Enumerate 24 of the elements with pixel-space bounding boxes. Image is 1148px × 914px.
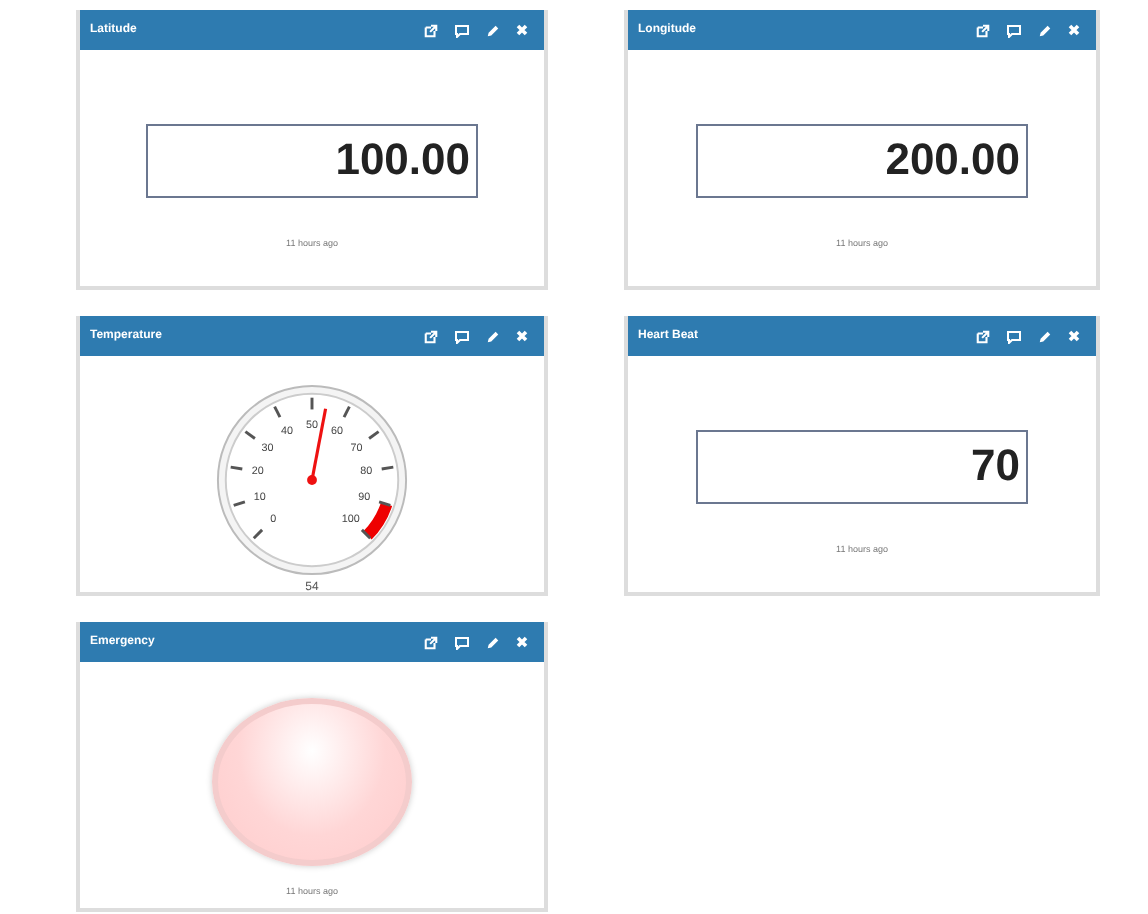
- comment-icon[interactable]: [454, 635, 470, 649]
- pencil-icon[interactable]: [1038, 329, 1052, 343]
- comment-icon[interactable]: [454, 23, 470, 37]
- external-link-icon[interactable]: [424, 635, 438, 649]
- value-display: 100.00: [146, 124, 478, 198]
- close-icon[interactable]: [516, 330, 528, 342]
- comment-icon[interactable]: [1006, 329, 1022, 343]
- pencil-icon[interactable]: [486, 23, 500, 37]
- close-icon[interactable]: [516, 24, 528, 36]
- external-link-icon[interactable]: [976, 23, 990, 37]
- value-display: 200.00: [696, 124, 1028, 198]
- external-link-icon[interactable]: [976, 329, 990, 343]
- pencil-icon[interactable]: [486, 635, 500, 649]
- external-link-icon[interactable]: [424, 329, 438, 343]
- comment-icon[interactable]: [1006, 23, 1022, 37]
- comment-icon[interactable]: [454, 329, 470, 343]
- close-icon[interactable]: [516, 636, 528, 648]
- external-link-icon[interactable]: [424, 23, 438, 37]
- value-display: 70: [696, 430, 1028, 504]
- close-icon[interactable]: [1068, 330, 1080, 342]
- close-icon[interactable]: [1068, 24, 1080, 36]
- gauge-needle: [307, 408, 328, 485]
- pencil-icon[interactable]: [486, 329, 500, 343]
- pencil-icon[interactable]: [1038, 23, 1052, 37]
